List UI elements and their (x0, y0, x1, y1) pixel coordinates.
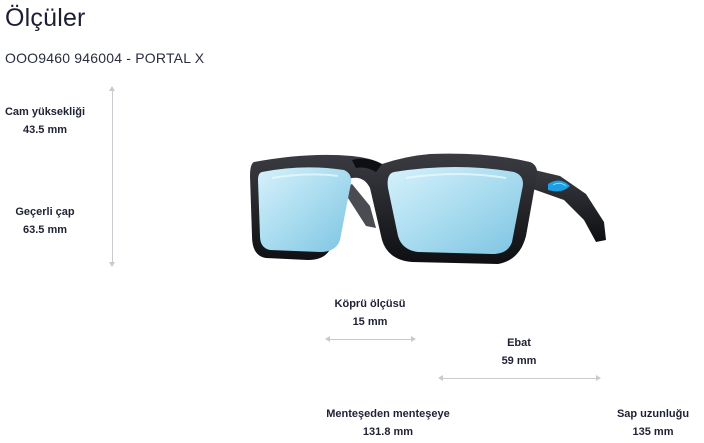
bridge-arrow-right (411, 336, 416, 342)
effective-diameter-label: Geçerli çap (15, 206, 75, 218)
lens-width-value: 59 mm (501, 355, 537, 367)
hinge-to-hinge-measure: Menteşeden menteşeye 131.8 mm (318, 408, 458, 438)
vertical-dimension-arrow-up (109, 86, 115, 91)
bridge-value: 15 mm (352, 316, 388, 328)
effective-diameter-value: 63.5 mm (22, 224, 68, 236)
hinge-to-hinge-label: Menteşeden menteşeye (326, 408, 450, 420)
vertical-dimension-line (112, 88, 113, 265)
bridge-dimension-line (327, 339, 413, 340)
left-lens (258, 167, 352, 252)
hinge-to-hinge-value: 131.8 mm (362, 426, 414, 438)
lens-height-value: 43.5 mm (22, 124, 68, 136)
lens-width-label: Ebat (507, 337, 531, 349)
lens-height-label: Cam yüksekliği (4, 106, 86, 118)
lens-width-dimension-line (440, 378, 598, 379)
page-title: Ölçüler (5, 4, 86, 32)
effective-diameter-measure: Geçerli çap 63.5 mm (4, 206, 86, 236)
temple-length-label: Sap uzunluğu (616, 408, 690, 420)
lens-height-measure: Cam yüksekliği 43.5 mm (4, 106, 86, 136)
lens-width-measure: Ebat 59 mm (478, 337, 560, 367)
right-temple (526, 168, 606, 242)
temple-length-measure: Sap uzunluğu 135 mm (608, 408, 698, 438)
product-name: OOO9460 946004 - PORTAL X (5, 50, 205, 66)
temple-length-value: 135 mm (632, 426, 674, 438)
vertical-dimension-arrow-down (109, 262, 115, 267)
bridge-label: Köprü ölçüsü (334, 298, 406, 310)
right-lens (387, 167, 523, 254)
bridge-arrow-left (325, 336, 330, 342)
lens-width-arrow-right (596, 375, 601, 381)
bridge-measure: Köprü ölçüsü 15 mm (322, 298, 418, 328)
lens-width-arrow-left (438, 375, 443, 381)
sunglasses-image (250, 153, 606, 264)
